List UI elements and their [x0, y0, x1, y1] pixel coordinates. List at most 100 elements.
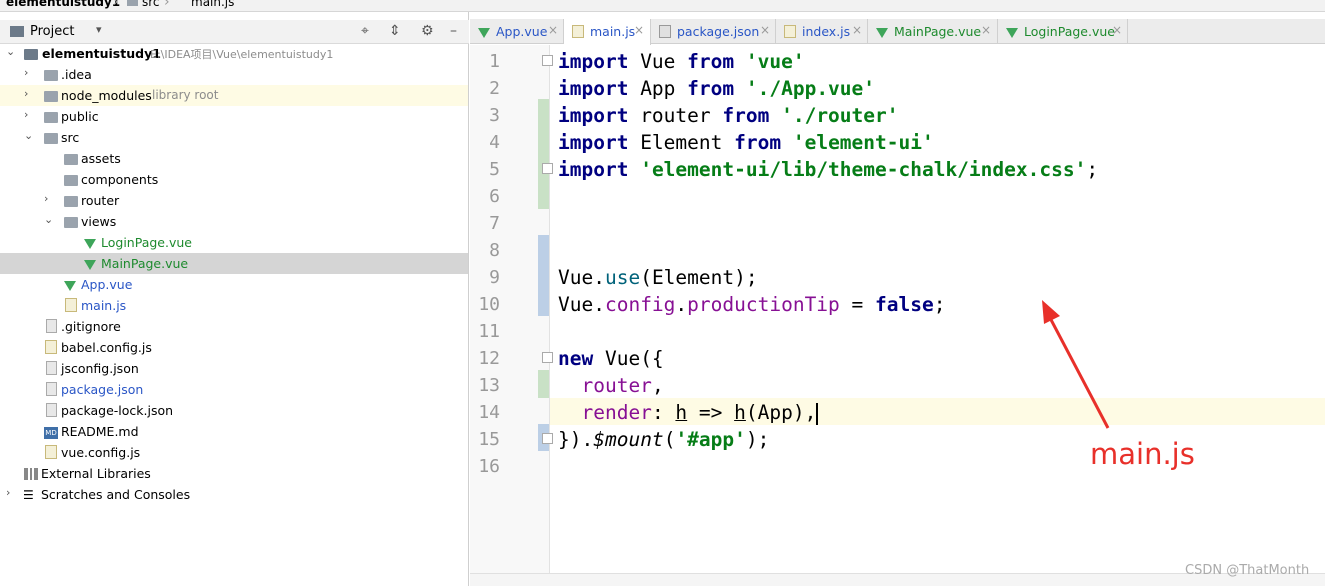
code-line[interactable]: new Vue({ [558, 345, 664, 372]
markdown-file-icon: MD [44, 427, 58, 439]
library-icon [24, 468, 38, 480]
tree-item-main-js[interactable]: main.js [0, 295, 468, 316]
chevron-right-icon[interactable]: › [24, 66, 36, 79]
code-line[interactable]: import Element from 'element-ui' [558, 129, 934, 156]
modified-lines-marker[interactable] [538, 235, 549, 316]
fold-icon[interactable] [542, 433, 553, 444]
folder-icon [44, 112, 58, 123]
line-number: 13 [478, 375, 500, 396]
tree-item-src[interactable]: ⌄ src [0, 127, 468, 148]
code-line[interactable]: Vue.config.productionTip = false; [558, 291, 945, 318]
line-number: 3 [489, 105, 500, 126]
chevron-down-icon[interactable]: ⌄ [24, 129, 36, 142]
watermark: CSDN @ThatMonth [1185, 563, 1310, 578]
added-lines-marker[interactable] [538, 99, 549, 209]
code-line[interactable]: router, [558, 372, 663, 399]
chevron-right-icon[interactable]: › [24, 87, 36, 100]
fold-icon[interactable] [542, 55, 553, 66]
tree-item-babel-config[interactable]: babel.config.js [0, 337, 468, 358]
tree-item-mainpage-vue[interactable]: MainPage.vue [0, 253, 468, 274]
tree-item-public[interactable]: › public [0, 106, 468, 127]
code-line[interactable]: import 'element-ui/lib/theme-chalk/index… [558, 156, 1098, 183]
close-icon[interactable]: × [548, 23, 558, 37]
tree-item-assets[interactable]: assets [0, 148, 468, 169]
breadcrumb-item-src[interactable]: src [142, 0, 160, 9]
text-caret [816, 402, 819, 425]
tree-item-scratches[interactable]: › ☰ Scratches and Consoles [0, 484, 468, 505]
tree-item-label: node_modules [61, 88, 152, 103]
vue-icon [84, 260, 96, 270]
tree-item-node-modules[interactable]: › node_modules library root [0, 85, 468, 106]
tree-item-label: assets [81, 151, 121, 166]
tree-item-label: vue.config.js [61, 445, 141, 460]
code-line[interactable]: import App from './App.vue' [558, 75, 875, 102]
breadcrumb-item-project[interactable]: elementuistudy1 [6, 0, 120, 9]
tree-item-loginpage-vue[interactable]: LoginPage.vue [0, 232, 468, 253]
locate-icon[interactable]: ⌖ [361, 23, 369, 39]
vue-icon [478, 28, 490, 38]
tree-item-label: package.json [61, 382, 144, 397]
tree-item-external-libraries[interactable]: External Libraries [0, 463, 468, 484]
tab-index-js[interactable]: index.js × [776, 19, 868, 44]
tree-item-package-json[interactable]: package.json [0, 379, 468, 400]
tab-app-vue[interactable]: App.vue × [470, 19, 564, 44]
tree-item-jsconfig[interactable]: jsconfig.json [0, 358, 468, 379]
tree-item-label: README.md [61, 424, 139, 439]
line-number: 7 [489, 213, 500, 234]
breadcrumb-separator: › [113, 0, 119, 10]
code-line[interactable]: render: h => h(App), [558, 399, 819, 426]
tree-item-vue-config[interactable]: vue.config.js [0, 442, 468, 463]
tree-item-gitignore[interactable]: .gitignore [0, 316, 468, 337]
code-line[interactable]: import router from './router' [558, 102, 899, 129]
tree-item-readme[interactable]: MD README.md [0, 421, 468, 442]
breadcrumb-item-file[interactable]: main.js [191, 0, 234, 9]
collapse-all-icon[interactable]: ⇕ [389, 23, 401, 39]
tree-item-components[interactable]: components [0, 169, 468, 190]
fold-icon[interactable] [542, 163, 553, 174]
gear-icon[interactable]: ⚙ [421, 23, 434, 39]
tree-item-router[interactable]: › router [0, 190, 468, 211]
tab-mainpage-vue[interactable]: MainPage.vue × [868, 19, 998, 44]
tree-item-app-vue[interactable]: App.vue [0, 274, 468, 295]
tree-item-label: External Libraries [41, 466, 151, 481]
tab-loginpage-vue[interactable]: LoginPage.vue × [998, 19, 1128, 44]
added-lines-marker[interactable] [538, 370, 549, 398]
chevron-right-icon[interactable]: › [24, 108, 36, 121]
code-editor[interactable]: 1 2 3 4 5 6 7 8 9 10 11 12 13 14 15 16 i… [470, 45, 1325, 573]
close-icon[interactable]: × [760, 23, 770, 37]
chevron-down-icon[interactable]: ⌄ [6, 45, 18, 58]
tree-item-views[interactable]: ⌄ views [0, 211, 468, 232]
hide-panel-icon[interactable]: – [450, 23, 457, 39]
project-panel-title[interactable]: Project [30, 24, 74, 39]
close-icon[interactable]: × [1112, 23, 1122, 37]
folder-icon [64, 217, 78, 228]
chevron-right-icon[interactable]: › [6, 486, 18, 499]
vue-icon [84, 239, 96, 249]
close-icon[interactable]: × [634, 23, 644, 37]
tree-item-label: App.vue [81, 277, 133, 292]
tab-label: App.vue [496, 24, 548, 39]
chevron-down-icon[interactable]: ⌄ [44, 213, 56, 226]
tree-item-label: Scratches and Consoles [41, 487, 191, 502]
tree-item-package-lock[interactable]: package-lock.json [0, 400, 468, 421]
tab-main-js[interactable]: main.js × [564, 19, 651, 45]
tree-item-label: components [81, 172, 159, 187]
code-line[interactable]: }).$mount('#app'); [558, 426, 769, 453]
close-icon[interactable]: × [981, 23, 991, 37]
line-number: 14 [478, 402, 500, 423]
tree-item-label: elementuistudy1 [42, 46, 161, 61]
vue-icon [876, 28, 888, 38]
tab-package-json[interactable]: package.json × [651, 19, 776, 44]
line-number: 10 [478, 294, 500, 315]
code-line[interactable]: Vue.use(Element); [558, 264, 758, 291]
tree-item-idea[interactable]: › .idea [0, 64, 468, 85]
annotation-arrow [1042, 300, 1110, 429]
chevron-right-icon[interactable]: › [44, 192, 56, 205]
tree-item-label: .idea [61, 67, 92, 82]
code-line[interactable]: import Vue from 'vue' [558, 48, 805, 75]
close-icon[interactable]: × [852, 23, 862, 37]
project-panel: Project ▾ ⌖ ⇕ ⚙ – ⌄ elementuistudy1 E:\I… [0, 12, 469, 586]
tree-item-project-root[interactable]: ⌄ elementuistudy1 E:\IDEA项目\Vue\elementu… [0, 43, 468, 64]
chevron-down-icon[interactable]: ▾ [96, 23, 102, 36]
fold-icon[interactable] [542, 352, 553, 363]
